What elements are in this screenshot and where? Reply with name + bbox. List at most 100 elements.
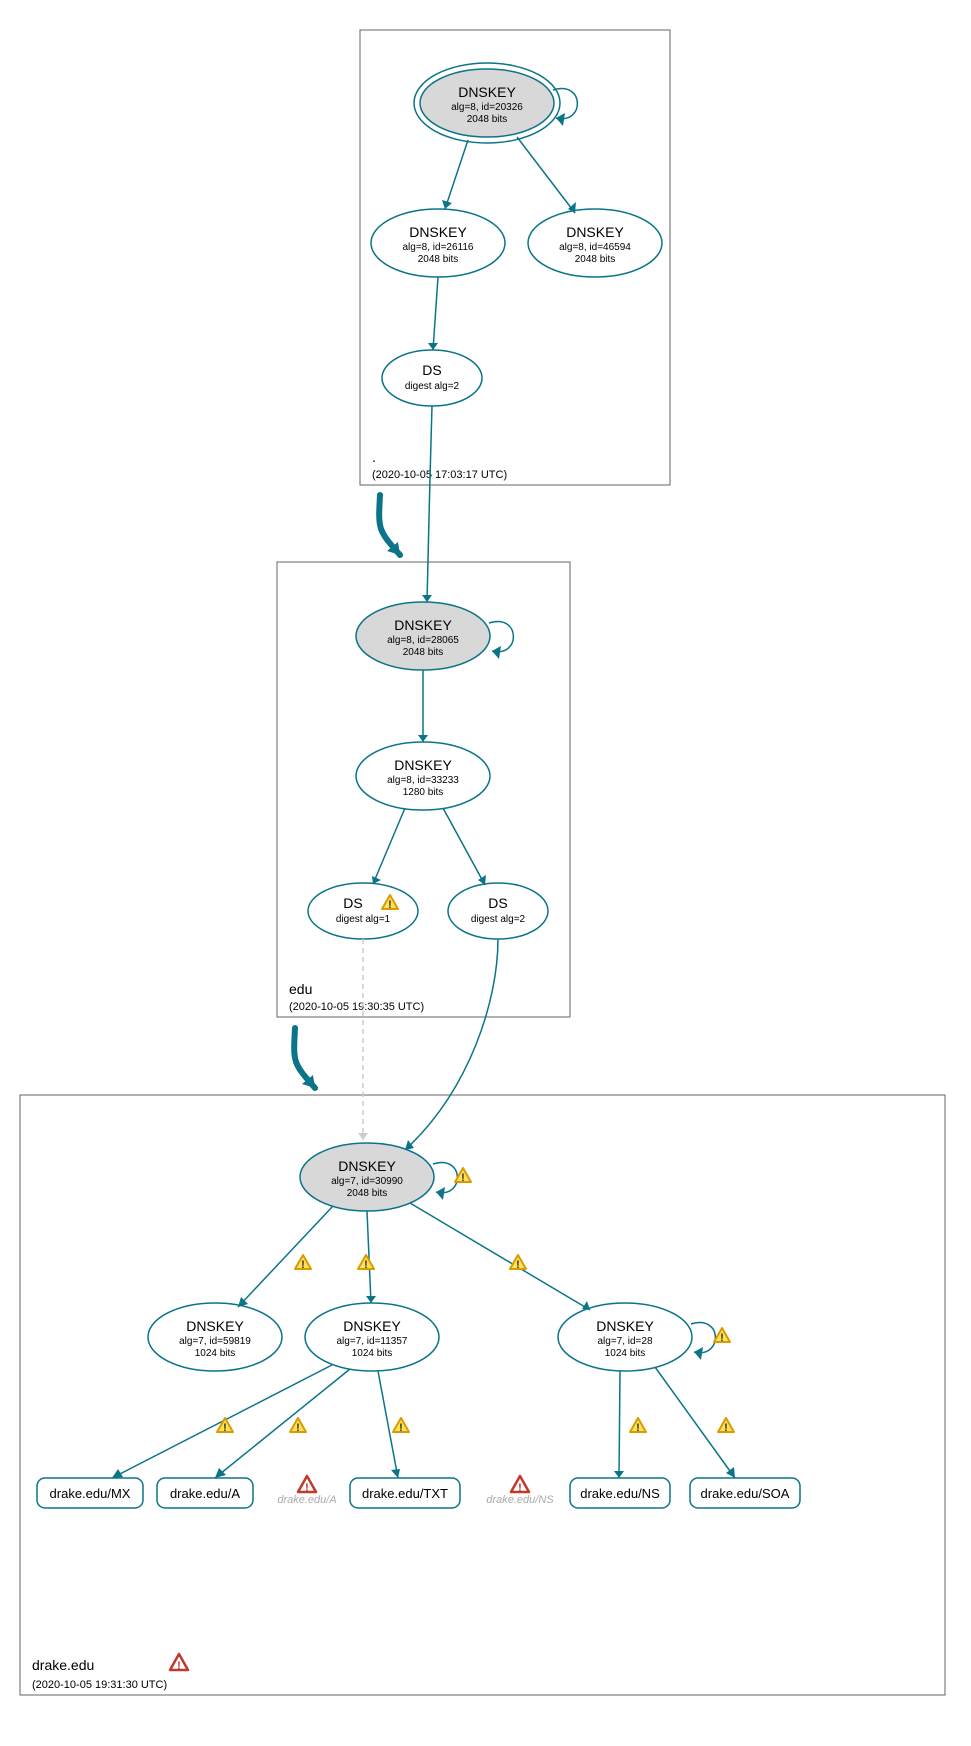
warning-icon: ! <box>358 1255 374 1271</box>
edge-rootds-eduksk <box>427 406 432 602</box>
warning-icon: ! <box>718 1418 734 1434</box>
edge-root-ksk-zsk1 <box>445 140 468 209</box>
svg-text:alg=7, id=59819: alg=7, id=59819 <box>179 1336 251 1347</box>
svg-text:!: ! <box>636 1422 640 1434</box>
svg-text:DNSKEY: DNSKEY <box>409 224 467 240</box>
ghost-node-a: drake.edu/A <box>277 1494 336 1506</box>
zone-box-drake <box>20 1095 945 1695</box>
node-edu-ds1: DS digest alg=1 <box>308 883 418 939</box>
edge-ksk-zsk3 <box>410 1203 590 1310</box>
node-root-zsk1: DNSKEY alg=8, id=26116 2048 bits <box>371 209 505 277</box>
svg-text:drake.edu/A: drake.edu/A <box>170 1486 240 1501</box>
svg-text:!: ! <box>305 1482 309 1494</box>
svg-text:drake.edu/NS: drake.edu/NS <box>580 1486 660 1501</box>
svg-text:!: ! <box>720 1332 724 1344</box>
svg-text:2048 bits: 2048 bits <box>347 1188 388 1199</box>
svg-text:!: ! <box>461 1172 465 1184</box>
svg-text:DS: DS <box>343 895 362 911</box>
edge-ksk-zsk1 <box>238 1206 333 1307</box>
svg-text:DS: DS <box>422 362 441 378</box>
svg-text:2048 bits: 2048 bits <box>403 647 444 658</box>
node-edu-zsk: DNSKEY alg=8, id=33233 1280 bits <box>356 742 490 810</box>
warning-icon: ! <box>393 1418 409 1434</box>
node-edu-ds2: DS digest alg=2 <box>448 883 548 939</box>
warning-icon: ! <box>510 1255 526 1271</box>
error-icon: ! <box>170 1654 188 1672</box>
svg-text:DNSKEY: DNSKEY <box>186 1318 244 1334</box>
edge-drake-zsk3-selfloop <box>691 1323 715 1353</box>
zone-edu-timestamp: (2020-10-05 19:30:35 UTC) <box>289 1001 424 1013</box>
svg-text:DNSKEY: DNSKEY <box>596 1318 654 1334</box>
svg-text:alg=8, id=26116: alg=8, id=26116 <box>403 242 474 253</box>
svg-text:!: ! <box>388 899 392 911</box>
svg-text:digest alg=1: digest alg=1 <box>336 914 391 925</box>
node-root-ksk: DNSKEY alg=8, id=20326 2048 bits <box>414 63 560 143</box>
svg-text:DNSKEY: DNSKEY <box>338 1158 396 1174</box>
edge-edu-zsk-ds1 <box>373 808 405 884</box>
svg-text:alg=8, id=28065: alg=8, id=28065 <box>387 635 459 646</box>
node-drake-ksk: DNSKEY alg=7, id=30990 2048 bits <box>300 1143 434 1211</box>
zone-drake-label: drake.edu <box>32 1657 94 1673</box>
svg-text:1024 bits: 1024 bits <box>352 1348 393 1359</box>
svg-text:!: ! <box>301 1259 305 1271</box>
edge-root-zsk1-ds <box>433 277 438 350</box>
svg-text:alg=7, id=11357: alg=7, id=11357 <box>337 1336 408 1347</box>
svg-text:2048 bits: 2048 bits <box>575 254 616 265</box>
edge-zsk3-ns <box>619 1371 620 1478</box>
node-rr-txt: drake.edu/TXT <box>350 1478 460 1508</box>
svg-text:2048 bits: 2048 bits <box>467 114 508 125</box>
warning-icon: ! <box>295 1255 311 1271</box>
warning-icon: ! <box>714 1328 730 1344</box>
edge-edu-ksk-selfloop <box>489 622 513 652</box>
svg-text:!: ! <box>518 1482 522 1494</box>
svg-text:drake.edu/SOA: drake.edu/SOA <box>701 1486 790 1501</box>
edge-zsk2-a <box>215 1369 350 1478</box>
svg-text:DNSKEY: DNSKEY <box>343 1318 401 1334</box>
node-rr-ns: drake.edu/NS <box>570 1478 670 1508</box>
svg-text:!: ! <box>399 1422 403 1434</box>
svg-text:!: ! <box>177 1660 181 1672</box>
zone-edu-label: edu <box>289 981 312 997</box>
node-drake-zsk3: DNSKEY alg=7, id=28 1024 bits <box>558 1303 692 1371</box>
svg-text:digest alg=2: digest alg=2 <box>471 914 526 925</box>
edge-eduds2-drakeksk <box>405 939 498 1150</box>
svg-text:alg=8, id=33233: alg=8, id=33233 <box>387 775 459 786</box>
warning-icon: ! <box>630 1418 646 1434</box>
svg-text:DS: DS <box>488 895 507 911</box>
svg-text:DNSKEY: DNSKEY <box>394 617 452 633</box>
svg-text:!: ! <box>223 1422 227 1434</box>
node-rr-a: drake.edu/A <box>157 1478 253 1508</box>
svg-text:alg=7, id=28: alg=7, id=28 <box>597 1336 652 1347</box>
warning-icon: ! <box>290 1418 306 1434</box>
error-icon: ! <box>298 1476 316 1494</box>
svg-text:!: ! <box>364 1259 368 1271</box>
warning-icon: ! <box>217 1418 233 1434</box>
edge-root-ksk-zsk2 <box>517 137 575 213</box>
zone-root-label: . <box>372 449 376 465</box>
node-edu-ksk: DNSKEY alg=8, id=28065 2048 bits <box>356 602 490 670</box>
ghost-node-ns: drake.edu/NS <box>486 1494 554 1506</box>
svg-text:!: ! <box>296 1422 300 1434</box>
node-root-ds: DS digest alg=2 <box>382 350 482 406</box>
svg-text:!: ! <box>724 1422 728 1434</box>
svg-text:DNSKEY: DNSKEY <box>566 224 624 240</box>
svg-text:drake.edu/TXT: drake.edu/TXT <box>362 1486 448 1501</box>
svg-text:1024 bits: 1024 bits <box>605 1348 646 1359</box>
node-drake-zsk2: DNSKEY alg=7, id=11357 1024 bits <box>305 1303 439 1371</box>
svg-text:!: ! <box>516 1259 520 1271</box>
edge-zsk2-txt <box>378 1371 398 1478</box>
node-rr-soa: drake.edu/SOA <box>690 1478 800 1508</box>
edge-drake-ksk-selfloop <box>433 1163 457 1193</box>
svg-text:digest alg=2: digest alg=2 <box>405 381 460 392</box>
warning-icon: ! <box>455 1168 471 1184</box>
node-root-zsk2: DNSKEY alg=8, id=46594 2048 bits <box>528 209 662 277</box>
svg-text:drake.edu/MX: drake.edu/MX <box>50 1486 131 1501</box>
error-icon: ! <box>511 1476 529 1494</box>
edge-edu-zsk-ds2 <box>443 808 485 885</box>
svg-text:alg=8, id=20326: alg=8, id=20326 <box>451 102 523 113</box>
svg-text:DNSKEY: DNSKEY <box>394 757 452 773</box>
svg-text:alg=8, id=46594: alg=8, id=46594 <box>559 242 631 253</box>
svg-text:1024 bits: 1024 bits <box>195 1348 236 1359</box>
svg-text:alg=7, id=30990: alg=7, id=30990 <box>331 1176 403 1187</box>
node-rr-mx: drake.edu/MX <box>37 1478 143 1508</box>
